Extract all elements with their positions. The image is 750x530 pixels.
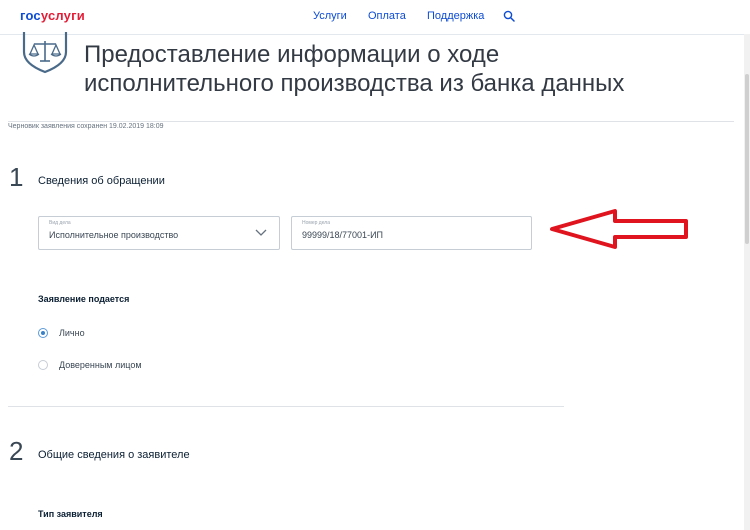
scrollbar-thumb[interactable] xyxy=(745,74,749,244)
logo-part-uslugi: услуги xyxy=(40,8,85,23)
page-title-line1: Предоставление информации о ходе xyxy=(84,41,500,68)
step-title-2: Общие сведения о заявителе xyxy=(38,449,190,461)
radio-proxy-label[interactable]: Доверенным лицом xyxy=(59,360,142,370)
red-arrow-annotation xyxy=(550,209,688,249)
chevron-down-icon[interactable] xyxy=(255,229,267,237)
nav-link-payment[interactable]: Оплата xyxy=(368,10,406,22)
case-type-select[interactable]: Вид дела Исполнительное производство xyxy=(38,216,280,250)
page-title: Предоставление информации о ходе исполни… xyxy=(84,40,704,98)
nav-link-support[interactable]: Поддержка xyxy=(427,10,484,22)
submission-method-label: Заявление подается xyxy=(38,294,130,304)
case-number-label: Номер дела xyxy=(302,220,331,226)
logo-part-gos: гос xyxy=(20,8,41,23)
nav-link-services[interactable]: Услуги xyxy=(313,10,347,22)
applicant-type-label: Тип заявителя xyxy=(38,509,103,519)
step-title-1: Сведения об обращении xyxy=(38,175,165,187)
case-number-field[interactable]: Номер дела 99999/18/77001-ИП xyxy=(291,216,532,250)
step-number-2: 2 xyxy=(9,436,24,466)
section-divider xyxy=(8,406,564,407)
draft-saved-note: Черновик заявления сохранен 19.02.2019 1… xyxy=(8,123,164,130)
top-header: госуслуги Услуги Оплата Поддержка xyxy=(0,0,750,35)
gosuslugi-logo[interactable]: госуслуги xyxy=(20,8,85,23)
radio-in-person-label[interactable]: Лично xyxy=(59,328,85,338)
search-icon[interactable] xyxy=(503,10,515,22)
case-type-value: Исполнительное производство xyxy=(49,230,179,240)
case-type-label: Вид дела xyxy=(49,220,71,226)
case-number-value: 99999/18/77001-ИП xyxy=(302,230,383,240)
justice-scales-icon xyxy=(22,32,68,74)
step-number-1: 1 xyxy=(9,162,24,192)
page-title-line2: исполнительного производства из банка да… xyxy=(84,70,625,97)
page-scrollbar[interactable] xyxy=(744,34,750,530)
radio-proxy[interactable] xyxy=(38,360,48,370)
divider xyxy=(8,121,734,122)
radio-in-person[interactable] xyxy=(38,328,48,338)
